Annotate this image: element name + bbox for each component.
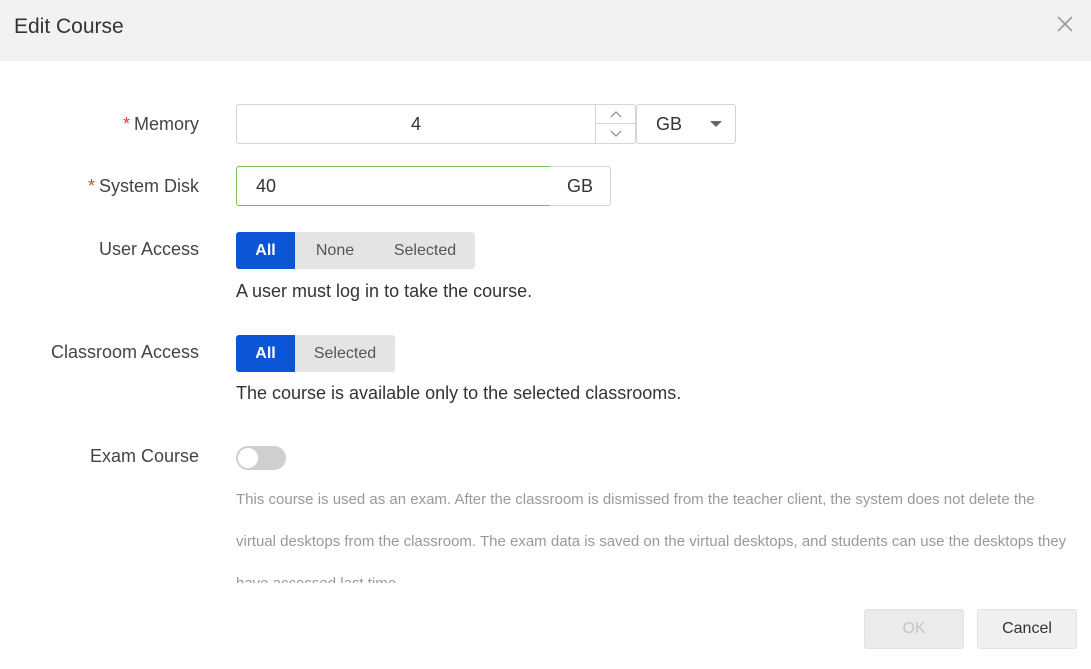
- system-disk-unit: GB: [550, 166, 611, 206]
- user-access-segmented: All None Selected: [236, 232, 475, 269]
- caret-down-icon: [710, 121, 722, 127]
- exam-course-description: This course is used as an exam. After th…: [236, 491, 1067, 583]
- required-mark: *: [122, 114, 130, 134]
- toggle-knob: [238, 448, 258, 468]
- classroom-access-label: Classroom Access: [50, 342, 199, 362]
- system-disk-input[interactable]: 40: [236, 166, 551, 206]
- classroom-access-option-selected[interactable]: Selected: [295, 335, 395, 372]
- memory-value[interactable]: 4: [237, 105, 595, 143]
- system-disk-label: * System Disk: [88, 175, 199, 197]
- user-access-label: User Access: [98, 239, 199, 259]
- chevron-down-icon[interactable]: [596, 124, 636, 143]
- dialog-body: * Memory 4 GB * System Disk 40 GB User Acc…: [0, 61, 1091, 583]
- user-access-option-selected[interactable]: Selected: [375, 232, 475, 269]
- dialog-title: Edit Course: [14, 15, 124, 38]
- memory-unit-select[interactable]: GB: [636, 104, 736, 144]
- system-disk-value[interactable]: 40: [256, 167, 276, 205]
- user-access-option-none[interactable]: None: [295, 232, 375, 269]
- chevron-up-icon[interactable]: [596, 105, 636, 124]
- memory-unit-value: GB: [656, 114, 683, 134]
- classroom-access-option-all[interactable]: All: [236, 335, 295, 372]
- dialog-header: Edit Course: [0, 0, 1091, 61]
- classroom-access-hint: The course is available only to the sele…: [236, 383, 682, 403]
- exam-course-label: Exam Course: [89, 446, 199, 466]
- cancel-button[interactable]: Cancel: [977, 609, 1077, 649]
- user-access-hint: A user must log in to take the course.: [236, 281, 533, 301]
- system-disk-label-text: System Disk: [98, 176, 199, 196]
- user-access-option-all[interactable]: All: [236, 232, 295, 269]
- required-mark: *: [87, 176, 95, 196]
- memory-label-text: Memory: [133, 114, 199, 134]
- memory-stepper: [595, 105, 636, 143]
- classroom-access-segmented: All Selected: [236, 335, 395, 372]
- exam-course-toggle[interactable]: [236, 446, 286, 470]
- close-icon[interactable]: [1054, 13, 1076, 35]
- memory-label: * Memory: [123, 113, 199, 135]
- ok-button[interactable]: OK: [864, 609, 964, 649]
- memory-input[interactable]: 4: [236, 104, 636, 144]
